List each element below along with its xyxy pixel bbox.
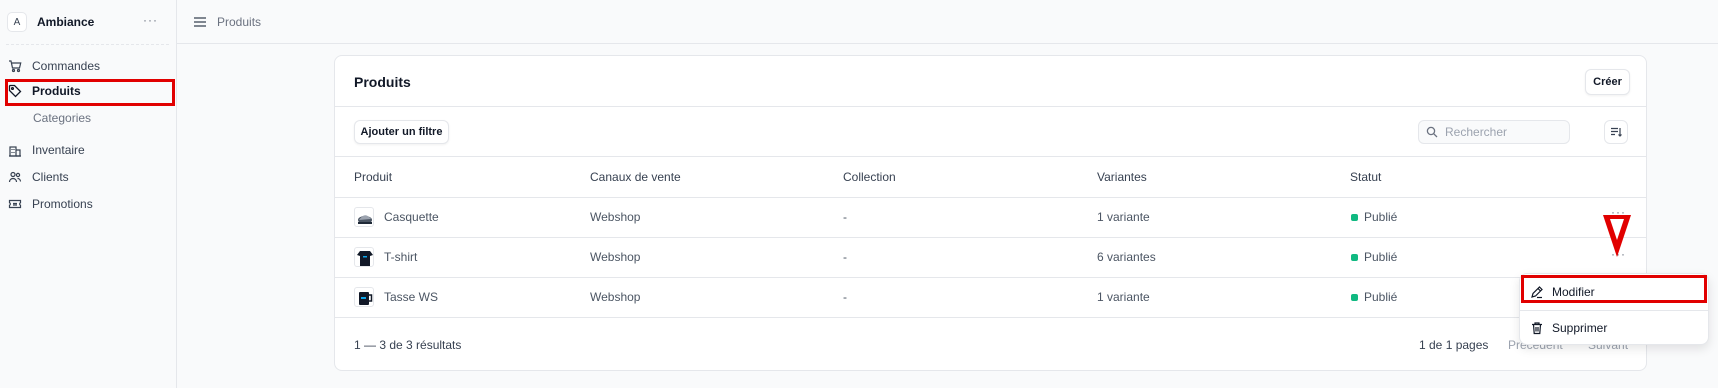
product-name[interactable]: Casquette [384,210,439,224]
store-name: Ambiance [37,15,95,29]
page-title: Produits [354,74,411,90]
sidebar: A Ambiance ··· Commandes Produits Catego… [0,0,177,388]
users-icon [8,170,22,184]
store-switcher[interactable]: A Ambiance ··· [6,10,166,34]
product-channel: Webshop [590,250,641,264]
product-thumbnail-cap [354,207,374,227]
product-name[interactable]: T-shirt [384,250,417,264]
top-bar: Produits [177,0,1718,44]
product-collection: - [843,250,847,264]
trash-icon [1530,321,1544,335]
column-header-collection[interactable]: Collection [843,170,896,184]
divider [335,106,1646,107]
status-label: Publié [1364,250,1398,264]
sidebar-item-label: Inventaire [32,143,85,157]
status-dot [1351,253,1358,261]
divider [335,197,1646,198]
column-header-statut[interactable]: Statut [1350,170,1381,184]
product-variants: 1 variante [1097,210,1150,224]
products-card: Produits Créer Ajouter un filtre Produit… [334,55,1647,371]
add-filter-button[interactable]: Ajouter un filtre [354,120,449,144]
sidebar-item-categories[interactable]: Categories [33,111,91,125]
menu-icon[interactable] [193,15,207,29]
store-more-icon[interactable]: ··· [143,13,158,27]
cart-icon [8,59,22,73]
product-channel: Webshop [590,210,641,224]
product-name[interactable]: Tasse WS [384,290,438,304]
menu-item-delete[interactable]: Supprimer [1530,318,1607,338]
status-badge: Publié [1351,290,1397,304]
create-button[interactable]: Créer [1585,69,1630,95]
product-thumbnail-tshirt [354,247,374,267]
sidebar-item-label: Commandes [32,59,101,73]
menu-item-label: Supprimer [1552,321,1608,335]
status-badge: Publié [1351,250,1397,264]
page-count: 1 de 1 pages [1419,338,1489,352]
sort-button[interactable] [1604,120,1628,144]
sidebar-item-label: Clients [32,170,69,184]
sidebar-item-commandes[interactable]: Commandes [8,55,100,77]
product-collection: - [843,290,847,304]
highlight-produits [5,79,175,106]
divider [335,317,1646,318]
breadcrumb[interactable]: Produits [217,15,261,29]
sort-icon [1611,127,1622,137]
product-channel: Webshop [590,290,641,304]
arrow-down-icon [1603,215,1631,257]
divider [335,237,1646,238]
sidebar-divider [6,44,169,45]
search-box[interactable] [1418,120,1570,144]
sidebar-item-inventaire[interactable]: Inventaire [8,139,85,161]
ticket-icon [8,197,22,211]
product-collection: - [843,210,847,224]
sidebar-item-label: Promotions [32,197,93,211]
store-avatar: A [7,12,27,32]
product-thumbnail-mug [354,287,374,307]
column-header-variantes[interactable]: Variantes [1097,170,1147,184]
product-variants: 1 variante [1097,290,1150,304]
status-label: Publié [1364,210,1398,224]
search-icon [1426,126,1438,138]
status-dot [1351,213,1358,221]
status-badge: Publié [1351,210,1397,224]
product-variants: 6 variantes [1097,250,1156,264]
search-input[interactable] [1445,125,1565,139]
column-header-produit[interactable]: Produit [354,170,392,184]
menu-divider [1520,310,1708,311]
status-label: Publié [1364,290,1398,304]
divider [335,156,1646,157]
divider [335,277,1646,278]
column-header-canaux[interactable]: Canaux de vente [590,170,681,184]
status-dot [1351,293,1358,301]
building-icon [8,143,22,157]
highlight-modifier [1521,275,1707,303]
sidebar-item-promotions[interactable]: Promotions [8,193,93,215]
sidebar-item-clients[interactable]: Clients [8,166,69,188]
results-count: 1 — 3 de 3 résultats [354,338,462,352]
